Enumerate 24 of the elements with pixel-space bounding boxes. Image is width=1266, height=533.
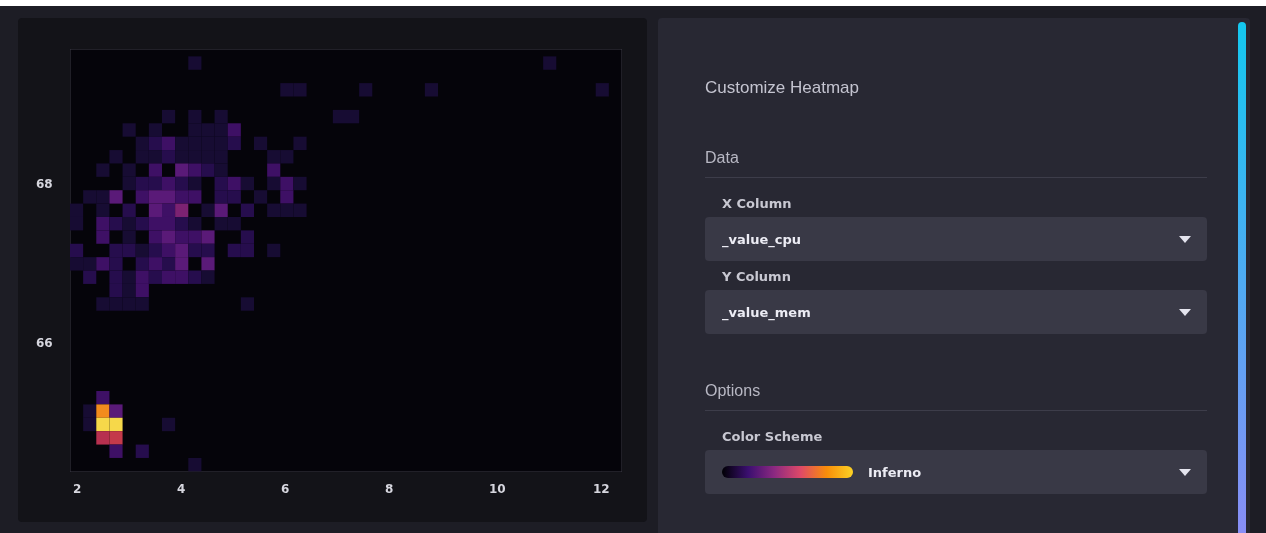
x-axis-tick-label: 8 [385, 482, 394, 496]
field-label: Y Column [722, 269, 791, 284]
field-label: X Column [722, 196, 792, 211]
x-axis-tick-label: 10 [489, 482, 506, 496]
dropdown-value: _value_cpu [722, 231, 802, 247]
y-axis-tick-label: 66 [36, 336, 53, 350]
dropdown-value: Inferno [868, 464, 922, 480]
dropdown[interactable]: _value_cpu [705, 217, 1207, 261]
x-axis-tick-label: 6 [281, 482, 290, 496]
dropdown[interactable]: Inferno [705, 450, 1207, 494]
x-axis-tick-label: 4 [177, 482, 186, 496]
caret-icon [1179, 308, 1191, 316]
panel-title: Customize Heatmap [705, 78, 859, 98]
caret-icon [1179, 235, 1191, 243]
section-heading: Data [705, 149, 1207, 178]
x-axis-tick-label: 12 [593, 482, 610, 496]
dropdown-value: _value_mem [722, 304, 811, 320]
y-axis-tick-label: 68 [36, 177, 53, 191]
section-heading: Options [705, 382, 1207, 411]
dropdown[interactable]: _value_mem [705, 290, 1207, 334]
x-axis-tick-label: 2 [73, 482, 82, 496]
field-label: Color Scheme [722, 429, 823, 444]
scrollbar-thumb[interactable] [1238, 22, 1246, 533]
caret-icon [1179, 468, 1191, 476]
